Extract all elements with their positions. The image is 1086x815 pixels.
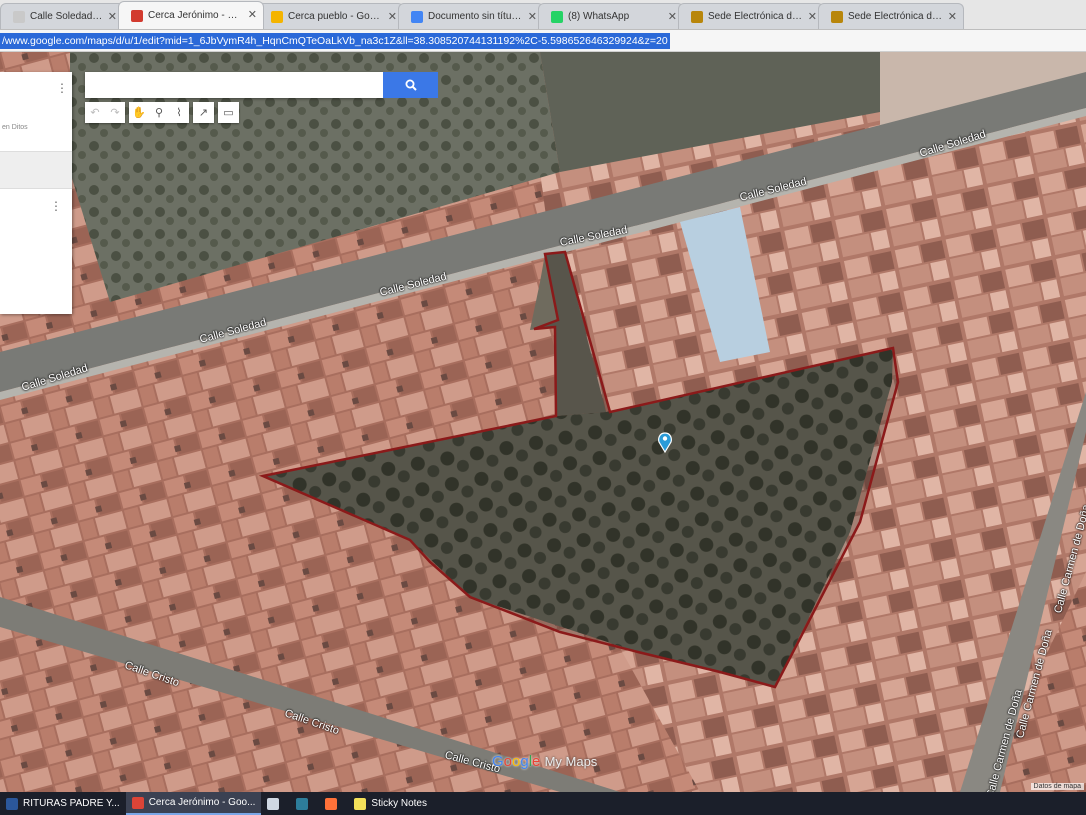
magnifier-icon bbox=[405, 79, 417, 91]
url-text[interactable]: /www.google.com/maps/d/u/1/edit?mid=1_6J… bbox=[0, 33, 670, 49]
tab-title: (8) WhatsApp bbox=[568, 11, 630, 22]
taskbar-item-label: Cerca Jerónimo - Goo... bbox=[148, 797, 256, 808]
more-options-icon[interactable]: ⋮ bbox=[56, 82, 68, 94]
ruler-icon[interactable]: ▭ bbox=[218, 102, 239, 123]
photo-app-icon bbox=[296, 797, 309, 810]
taskbar-item[interactable] bbox=[319, 792, 348, 815]
taskbar-item[interactable]: RITURAS PADRE Y... bbox=[0, 792, 126, 815]
browser-tab[interactable]: Cerca pueblo - Google M ✕ bbox=[258, 3, 404, 29]
close-tab-icon[interactable]: ✕ bbox=[808, 10, 817, 23]
browser-tab[interactable]: Documento sin título - G ✕ bbox=[398, 3, 544, 29]
map-search-input[interactable] bbox=[85, 72, 383, 98]
catastro-icon bbox=[831, 10, 843, 23]
draw-tools-group: ✋ ⚲ ⌇ bbox=[129, 102, 189, 123]
browser-tab[interactable]: (8) WhatsApp ✕ bbox=[538, 3, 684, 29]
close-tab-icon[interactable]: ✕ bbox=[668, 10, 677, 23]
catastro-icon bbox=[691, 10, 703, 23]
google-docs-icon bbox=[411, 10, 423, 23]
chrome-icon bbox=[131, 796, 144, 809]
address-bar[interactable]: /www.google.com/maps/d/u/1/edit?mid=1_6J… bbox=[0, 30, 1086, 52]
close-tab-icon[interactable]: ✕ bbox=[948, 10, 957, 23]
close-tab-icon[interactable]: ✕ bbox=[248, 8, 257, 21]
undo-redo-group: ↶ ↷ bbox=[85, 102, 125, 123]
panel-label: en Ditos bbox=[2, 124, 28, 131]
map-canvas[interactable]: Calle Soledad Calle Soledad Calle Soledad C… bbox=[0, 52, 1086, 792]
taskbar-item[interactable] bbox=[290, 792, 319, 815]
map-data-attribution[interactable]: Datos de mapa bbox=[1030, 783, 1084, 790]
browser-tab[interactable]: Calle Soledad, 31 - Goo ✕ bbox=[0, 3, 124, 29]
tab-title: Cerca pueblo - Google M bbox=[288, 11, 383, 22]
tab-title: Cerca Jerónimo - Google bbox=[148, 10, 243, 21]
sticky-notes-icon bbox=[354, 797, 367, 810]
taskbar-item-label: Sticky Notes bbox=[371, 798, 427, 809]
tab-title: Calle Soledad, 31 - Goo bbox=[30, 11, 103, 22]
whatsapp-icon bbox=[551, 10, 563, 23]
directions-icon[interactable]: ↗ bbox=[193, 102, 214, 123]
page-icon bbox=[13, 10, 25, 23]
close-tab-icon[interactable]: ✕ bbox=[388, 10, 397, 23]
redo-icon[interactable]: ↷ bbox=[105, 102, 125, 123]
os-taskbar: RITURAS PADRE Y... Cerca Jerónimo - Goo..… bbox=[0, 792, 1086, 815]
google-my-maps-logo: Google My Maps bbox=[492, 753, 598, 770]
tab-title: Documento sin título - G bbox=[428, 11, 523, 22]
panel-selected-row[interactable] bbox=[0, 151, 72, 189]
add-marker-icon[interactable]: ⚲ bbox=[149, 102, 169, 123]
close-tab-icon[interactable]: ✕ bbox=[108, 10, 117, 23]
browser-tab-strip: Calle Soledad, 31 - Goo✕Cerca Jerónimo -… bbox=[0, 0, 1086, 30]
undo-icon[interactable]: ↶ bbox=[85, 102, 105, 123]
browser-tab[interactable]: Cerca Jerónimo - Google ✕ bbox=[118, 1, 264, 29]
layer-options-icon[interactable]: ⋮ bbox=[50, 200, 62, 212]
map-layers-panel[interactable]: ⋮ en Ditos ⋮ bbox=[0, 72, 72, 314]
draw-line-icon[interactable]: ⌇ bbox=[169, 102, 189, 123]
word-icon bbox=[6, 797, 18, 810]
mail-icon bbox=[267, 797, 280, 810]
google-drive-icon bbox=[271, 10, 283, 23]
hand-tool-icon[interactable]: ✋ bbox=[129, 102, 149, 123]
close-tab-icon[interactable]: ✕ bbox=[528, 10, 537, 23]
screen: Calle Soledad, 31 - Goo✕Cerca Jerónimo -… bbox=[0, 0, 1086, 815]
search-button[interactable] bbox=[383, 72, 438, 98]
taskbar-item[interactable]: Cerca Jerónimo - Goo... bbox=[125, 792, 262, 815]
my-maps-icon bbox=[131, 9, 143, 22]
mymaps-text: My Maps bbox=[544, 754, 598, 769]
taskbar-item-label: RITURAS PADRE Y... bbox=[23, 798, 120, 809]
taskbar-item[interactable] bbox=[261, 792, 290, 815]
map-toolbar: ↶ ↷ ✋ ⚲ ⌇ ↗ ▭ bbox=[85, 102, 239, 123]
tab-title: Sede Electrónica del Cat bbox=[848, 11, 943, 22]
taskbar-item[interactable]: Sticky Notes bbox=[348, 792, 433, 815]
firefox-icon bbox=[325, 797, 338, 810]
browser-tab[interactable]: Sede Electrónica del Cat ✕ bbox=[678, 3, 824, 29]
tab-title: Sede Electrónica del Cat bbox=[708, 11, 803, 22]
browser-tab[interactable]: Sede Electrónica del Cat ✕ bbox=[818, 3, 964, 29]
